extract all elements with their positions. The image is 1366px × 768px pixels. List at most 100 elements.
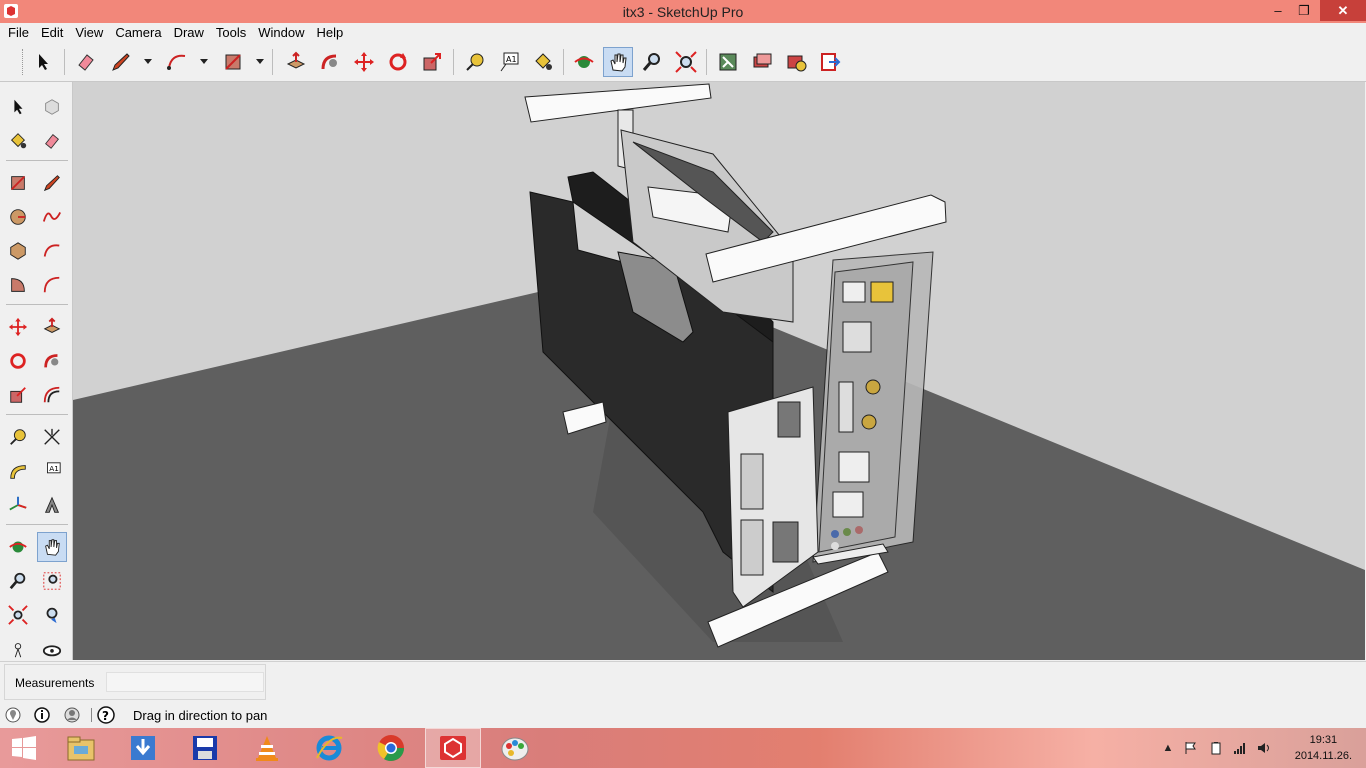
polygon-icon[interactable] [3, 236, 33, 266]
move-icon[interactable] [349, 47, 379, 77]
minimize-button[interactable]: – [1264, 0, 1292, 21]
zoom-window-icon[interactable] [37, 566, 67, 596]
model-viewport[interactable] [73, 82, 1365, 660]
orbit-icon[interactable] [3, 532, 33, 562]
pie-icon[interactable] [3, 270, 33, 300]
protractor-icon[interactable] [3, 456, 33, 486]
start-button[interactable] [0, 728, 48, 768]
paint-bucket-icon[interactable] [528, 47, 558, 77]
text-icon[interactable]: A1 [37, 456, 67, 486]
arc-icon[interactable] [162, 47, 192, 77]
eraser-icon[interactable] [71, 47, 101, 77]
axes-icon[interactable] [3, 490, 33, 520]
help-icon[interactable]: ? [97, 706, 115, 724]
extension-warehouse-icon[interactable] [781, 47, 811, 77]
menu-view[interactable]: View [69, 23, 109, 43]
scale-icon[interactable] [417, 47, 447, 77]
show-hidden-icons-icon[interactable]: ▲ [1160, 740, 1176, 756]
menu-bar: File Edit View Camera Draw Tools Window … [0, 23, 1366, 43]
measurements-panel: Measurements [0, 661, 1366, 704]
battery-icon[interactable] [1208, 740, 1224, 756]
svg-text:?: ? [102, 709, 109, 723]
line-icon[interactable] [37, 168, 67, 198]
menu-help[interactable]: Help [311, 23, 350, 43]
move-icon[interactable] [3, 312, 33, 342]
dimension-icon[interactable] [37, 422, 67, 452]
look-around-icon[interactable] [37, 634, 67, 660]
select-icon[interactable] [28, 47, 58, 77]
volume-icon[interactable] [1256, 740, 1272, 756]
3d-text-icon[interactable] [37, 490, 67, 520]
orbit-icon[interactable] [569, 47, 599, 77]
downloads-icon[interactable] [115, 728, 171, 768]
pan-icon[interactable] [603, 47, 633, 77]
title-bar: itx3 - SketchUp Pro – ❐ ✕ [0, 0, 1366, 23]
chrome-icon[interactable] [363, 728, 419, 768]
select-icon[interactable] [3, 92, 33, 122]
pencil-dropdown-icon[interactable] [144, 59, 152, 64]
file-explorer-icon[interactable] [53, 728, 109, 768]
measurements-input[interactable] [106, 672, 264, 692]
zoom-extents-icon[interactable] [3, 600, 33, 630]
arc-dropdown-icon[interactable] [200, 59, 208, 64]
circle-icon[interactable] [3, 202, 33, 232]
taskbar-clock[interactable]: 19:31 2014.11.26. [1295, 732, 1352, 764]
credits-icon[interactable] [33, 706, 51, 724]
menu-tools[interactable]: Tools [210, 23, 252, 43]
position-camera-icon[interactable] [3, 634, 33, 660]
zoom-extents-icon[interactable] [671, 47, 701, 77]
paint-icon[interactable] [487, 728, 543, 768]
rectangle-dropdown-icon[interactable] [256, 59, 264, 64]
pencil-icon[interactable] [106, 47, 136, 77]
previous-view-icon[interactable] [37, 600, 67, 630]
svg-text:A1: A1 [506, 55, 517, 64]
window-title: itx3 - SketchUp Pro [622, 4, 744, 20]
warehouse-icon[interactable] [713, 47, 743, 77]
sketchup-icon[interactable] [425, 728, 481, 768]
menu-edit[interactable]: Edit [35, 23, 69, 43]
share-model-icon[interactable] [747, 47, 777, 77]
3d-model-scene[interactable] [73, 82, 1365, 660]
push-pull-icon[interactable] [37, 312, 67, 342]
menu-window[interactable]: Window [252, 23, 310, 43]
pan-icon[interactable] [37, 532, 67, 562]
close-button[interactable]: ✕ [1320, 0, 1366, 21]
push-pull-icon[interactable] [281, 47, 311, 77]
zoom-icon[interactable] [3, 566, 33, 596]
paint-bucket-icon[interactable] [3, 126, 33, 156]
arc-icon[interactable] [37, 236, 67, 266]
rotate-icon[interactable] [3, 346, 33, 376]
toolbar-grip[interactable] [22, 49, 25, 75]
eraser-icon[interactable] [37, 126, 67, 156]
rectangle-icon[interactable] [3, 168, 33, 198]
tape-measure-icon[interactable] [460, 47, 490, 77]
scale-icon[interactable] [3, 380, 33, 410]
measurements-label: Measurements [15, 676, 95, 690]
action-center-flag-icon[interactable] [1183, 740, 1199, 756]
vlc-icon[interactable] [239, 728, 295, 768]
text-icon[interactable]: A1 [494, 47, 524, 77]
menu-draw[interactable]: Draw [168, 23, 210, 43]
save-app-icon[interactable] [177, 728, 233, 768]
freehand-icon[interactable] [37, 202, 67, 232]
maximize-button[interactable]: ❐ [1290, 0, 1318, 21]
menu-camera[interactable]: Camera [109, 23, 167, 43]
zoom-icon[interactable] [637, 47, 667, 77]
status-text: Drag in direction to pan [133, 708, 268, 723]
menu-file[interactable]: File [0, 23, 35, 43]
tape-measure-icon[interactable] [3, 422, 33, 452]
rotate-icon[interactable] [383, 47, 413, 77]
rectangle-icon[interactable] [218, 47, 248, 77]
internet-explorer-icon[interactable] [301, 728, 357, 768]
follow-me-icon[interactable] [37, 346, 67, 376]
make-component-icon[interactable] [37, 92, 67, 122]
geo-location-icon[interactable] [4, 706, 22, 724]
network-icon[interactable] [1232, 740, 1248, 756]
offset-icon[interactable] [37, 380, 67, 410]
clock-time: 19:31 [1309, 734, 1338, 746]
svg-text:A1: A1 [49, 464, 59, 473]
two-point-arc-icon[interactable] [37, 270, 67, 300]
send-to-layout-icon[interactable] [815, 47, 845, 77]
user-icon[interactable] [63, 706, 81, 724]
follow-me-icon[interactable] [315, 47, 345, 77]
